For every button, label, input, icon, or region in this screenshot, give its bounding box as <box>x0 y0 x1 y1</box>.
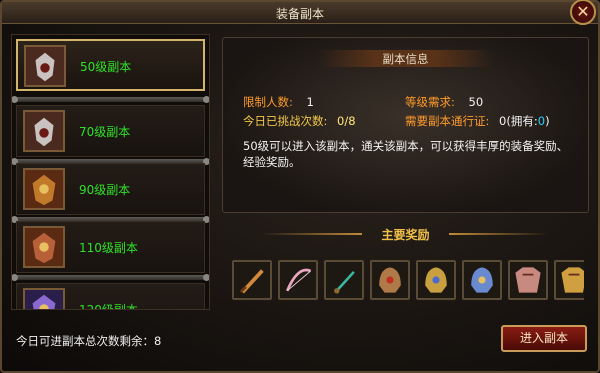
pass-requirement: 需要副本通行证: 0(拥有:0) <box>405 113 550 129</box>
level-req-value: 50 <box>468 95 484 109</box>
dungeon-label: 50级副本 <box>80 60 132 74</box>
dungeon-description: 50级可以进入该副本，通关该副本，可以获得丰厚的装备奖励、经验奖励。 <box>243 139 569 169</box>
dungeon-item-70[interactable]: 70级副本 <box>16 105 205 157</box>
dungeon-label: 120级副本 <box>79 303 138 310</box>
owned-prefix: (拥有: <box>506 114 538 128</box>
title-bar: 装备副本 <box>2 2 598 24</box>
challenged-today: 今日已挑战次数: 0/8 <box>243 113 356 129</box>
helmet-icon[interactable] <box>370 260 410 300</box>
list-divider <box>12 96 209 103</box>
level-req-label: 等级需求: <box>405 95 455 109</box>
dungeon-item-50[interactable]: 50级副本 <box>16 39 205 91</box>
armor-icon[interactable] <box>508 260 548 300</box>
dungeon-thumbnail-icon <box>23 110 65 152</box>
player-limit-value: 1 <box>306 95 314 109</box>
dungeon-item-110[interactable]: 110级副本 <box>16 221 205 273</box>
remaining-value: 8 <box>154 334 162 348</box>
dungeon-info-panel: 副本信息 限制人数: 1 等级需求: 50 今日已挑战次数: 0/8 需要副本通… <box>222 37 589 213</box>
remaining-label: 今日可进副本总次数剩余： <box>16 334 154 348</box>
list-divider <box>12 274 209 281</box>
dungeon-thumbnail-icon <box>23 288 65 309</box>
dungeon-item-120[interactable]: 120级副本 <box>16 283 205 310</box>
dungeon-label: 90级副本 <box>79 183 131 197</box>
enter-dungeon-button[interactable]: 进入副本 <box>501 325 587 352</box>
dungeon-list: 50级副本 70级副本 90级副本 110级副本 120级副本 <box>11 34 210 310</box>
info-title: 副本信息 <box>382 52 429 66</box>
dungeon-item-90[interactable]: 90级副本 <box>16 163 205 215</box>
owned-suffix: ) <box>545 114 550 128</box>
helmet-icon[interactable] <box>462 260 502 300</box>
armor-icon[interactable] <box>554 260 584 300</box>
dungeon-label: 110级副本 <box>79 241 138 255</box>
level-requirement: 等级需求: 50 <box>405 94 483 110</box>
remaining-attempts: 今日可进副本总次数剩余：8 <box>16 333 161 349</box>
challenged-label: 今日已挑战次数: <box>243 114 328 128</box>
reward-list <box>232 260 584 304</box>
bow-icon[interactable] <box>278 260 318 300</box>
player-limit-label: 限制人数: <box>243 95 293 109</box>
sword-icon[interactable] <box>232 260 272 300</box>
helmet-icon[interactable] <box>416 260 456 300</box>
rewards-title: 主要奖励 <box>381 228 430 242</box>
rewards-header: 主要奖励 <box>222 222 589 246</box>
player-limit: 限制人数: 1 <box>243 94 314 110</box>
window-title: 装备副本 <box>275 7 324 21</box>
close-button[interactable]: ✕ <box>570 0 596 25</box>
challenged-value: 0/8 <box>337 114 356 128</box>
pass-label: 需要副本通行证: <box>405 114 490 128</box>
dungeon-thumbnail-icon <box>24 45 66 87</box>
dungeon-window: 装备副本 ✕ 50级副本 70级副本 90级副本 110级副本 120级副本 今… <box>0 0 600 373</box>
dungeon-thumbnail-icon <box>23 226 65 268</box>
dagger-icon[interactable] <box>324 260 364 300</box>
dungeon-label: 70级副本 <box>79 125 131 139</box>
owned-value: 0 <box>537 114 546 128</box>
dungeon-thumbnail-icon <box>23 168 65 210</box>
